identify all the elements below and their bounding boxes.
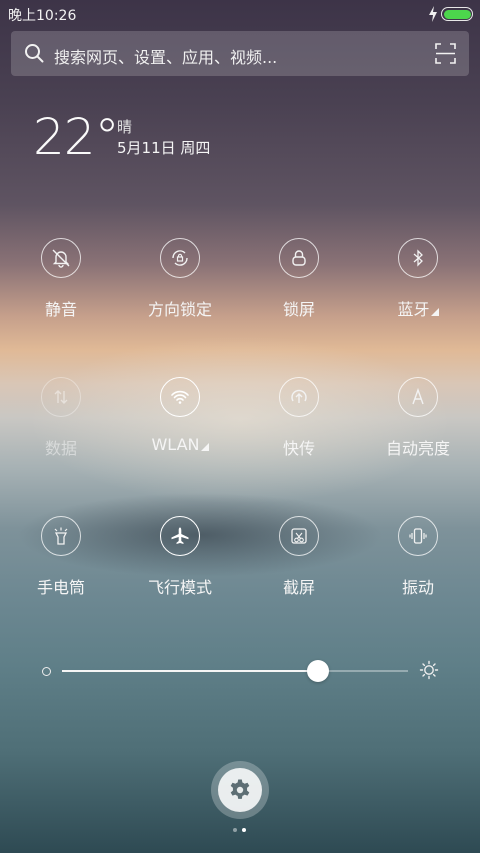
brightness-slider-fill xyxy=(62,670,319,672)
brightness-slider-thumb[interactable] xyxy=(307,660,330,682)
wifi-icon xyxy=(160,377,200,417)
bluetooth-icon xyxy=(398,238,438,278)
toggle-label: 手电筒 xyxy=(36,578,85,597)
toggle-label: 静音 xyxy=(44,300,77,319)
brightness-low-icon xyxy=(42,667,51,676)
menu-indicator-icon xyxy=(200,443,209,451)
search-bar[interactable]: 搜索网页、设置、应用、视频... xyxy=(11,31,469,76)
brightness-high-icon xyxy=(419,660,439,680)
toggle-silent[interactable]: 静音 xyxy=(11,238,111,328)
toggle-flashlight[interactable]: 手电筒 xyxy=(11,516,111,606)
settings-button-inner xyxy=(218,768,262,812)
toggle-label: WLAN xyxy=(130,435,230,454)
weather-date: 5月11日 周四 xyxy=(117,139,211,157)
mobile-data-icon xyxy=(41,377,81,417)
battery-level xyxy=(443,9,471,19)
toggle-airplane-mode[interactable]: 飞行模式 xyxy=(130,516,230,606)
status-time: 晚上10:26 xyxy=(8,8,77,24)
vibrate-icon xyxy=(398,516,438,556)
toggle-label: 蓝牙 xyxy=(368,296,468,320)
status-bar: 晚上10:26 xyxy=(0,0,480,28)
toggle-label: 自动亮度 xyxy=(385,439,450,458)
toggle-label-text: 蓝牙 xyxy=(397,300,430,319)
toggle-mobile-data[interactable]: 数据 xyxy=(11,377,111,467)
weather-temperature[interactable]: 22° xyxy=(33,108,120,166)
gear-icon xyxy=(230,779,250,799)
toggle-label: 数据 xyxy=(44,439,77,458)
search-icon xyxy=(25,44,44,63)
menu-indicator-icon xyxy=(430,308,439,316)
search-input[interactable]: 搜索网页、设置、应用、视频... xyxy=(54,44,277,68)
toggle-label: 快传 xyxy=(282,439,315,458)
toggle-label: 截屏 xyxy=(282,578,315,597)
quick-transfer-icon xyxy=(279,377,319,417)
toggle-lock-screen[interactable]: 锁屏 xyxy=(249,238,349,328)
weather-condition: 晴 xyxy=(117,118,133,136)
auto-brightness-icon xyxy=(398,377,438,417)
lock-icon xyxy=(279,238,319,278)
toggle-quick-transfer[interactable]: 快传 xyxy=(249,377,349,467)
screenshot-icon xyxy=(279,516,319,556)
page-indicator-dot xyxy=(233,828,237,832)
toggle-vibrate[interactable]: 振动 xyxy=(368,516,468,606)
settings-button[interactable] xyxy=(211,761,269,819)
toggle-screenshot[interactable]: 截屏 xyxy=(249,516,349,606)
scan-icon[interactable] xyxy=(435,43,456,64)
toggle-wlan[interactable]: WLAN xyxy=(130,377,230,467)
toggle-auto-brightness[interactable]: 自动亮度 xyxy=(368,377,468,467)
flashlight-icon xyxy=(41,516,81,556)
bell-off-icon xyxy=(41,238,81,278)
toggle-label: 飞行模式 xyxy=(147,578,212,597)
toggle-bluetooth[interactable]: 蓝牙 xyxy=(368,238,468,328)
airplane-icon xyxy=(160,516,200,556)
battery-icon xyxy=(441,7,473,21)
toggle-label: 锁屏 xyxy=(282,300,315,319)
charging-icon xyxy=(429,6,437,22)
page-indicator-dot-active xyxy=(242,828,246,832)
toggle-label: 方向锁定 xyxy=(147,300,212,319)
rotation-lock-icon xyxy=(160,238,200,278)
toggle-label: 振动 xyxy=(401,578,434,597)
toggle-label-text: WLAN xyxy=(151,435,200,454)
toggle-rotation-lock[interactable]: 方向锁定 xyxy=(130,238,230,328)
